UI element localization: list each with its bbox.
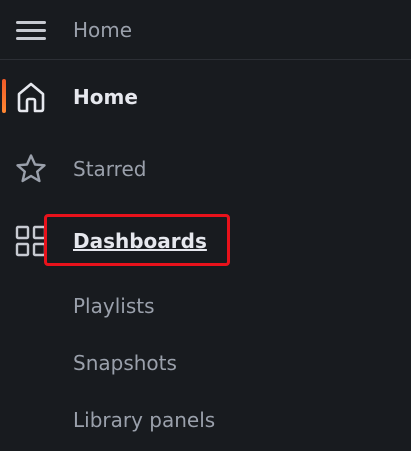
- nav-label-home: Home: [73, 85, 138, 109]
- nav-label-starred: Starred: [73, 157, 147, 181]
- nav-item-home[interactable]: Home: [0, 68, 411, 124]
- sub-item-library-panels[interactable]: Library panels: [73, 407, 215, 433]
- sub-item-snapshots[interactable]: Snapshots: [73, 350, 177, 376]
- navigation-sidebar: Home Home Starred Dashboards Playlists S…: [0, 0, 411, 451]
- top-bar: Home: [0, 0, 411, 60]
- nav-item-dashboards[interactable]: Dashboards: [0, 212, 411, 268]
- breadcrumb[interactable]: Home: [73, 17, 132, 43]
- star-icon: [14, 152, 48, 186]
- home-icon: [14, 80, 48, 114]
- hamburger-menu-icon[interactable]: [14, 16, 48, 44]
- nav-label-dashboards: Dashboards: [73, 229, 207, 253]
- nav-item-starred[interactable]: Starred: [0, 140, 411, 196]
- grid-apps-icon: [14, 224, 48, 258]
- sub-item-playlists[interactable]: Playlists: [73, 293, 155, 319]
